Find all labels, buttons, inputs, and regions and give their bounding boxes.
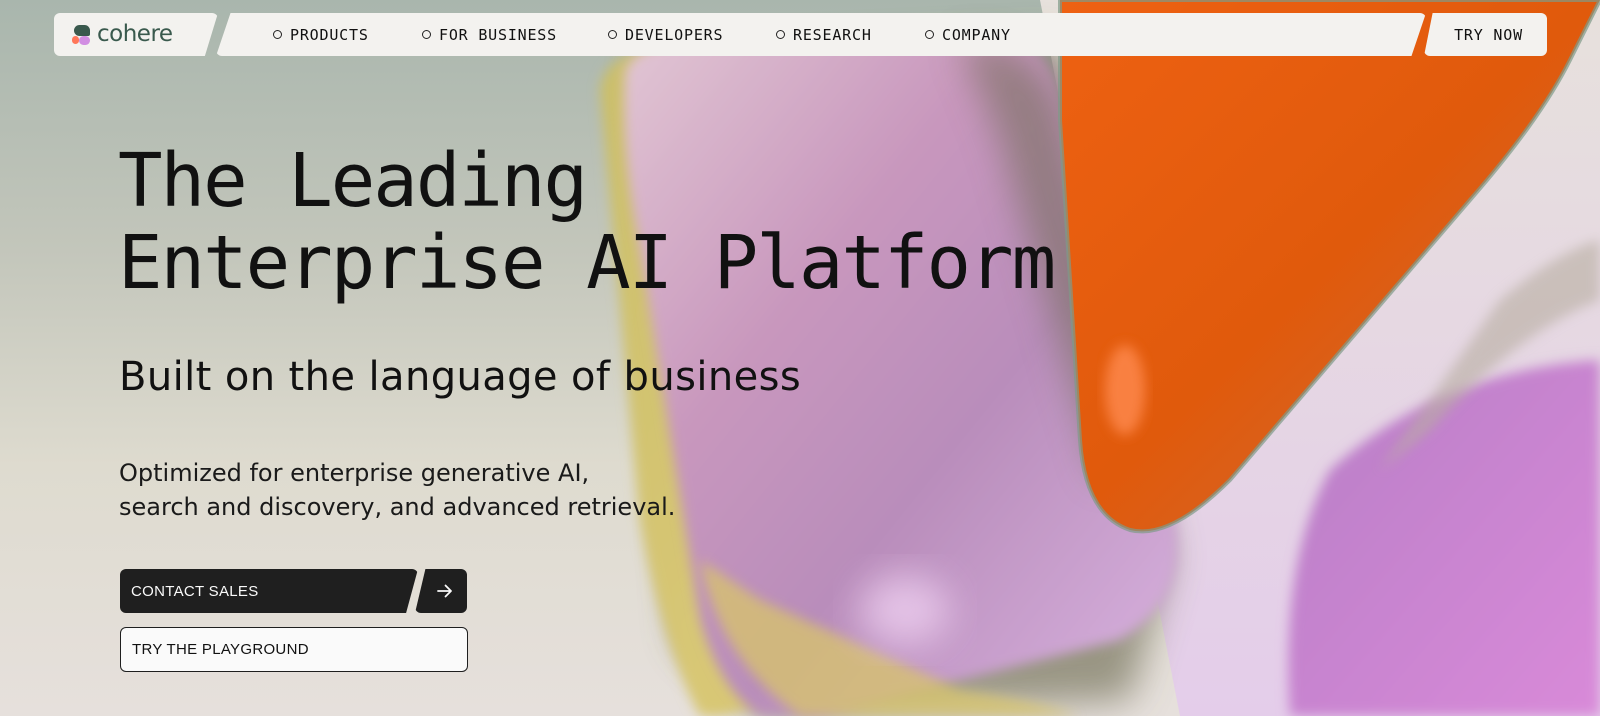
nav-item-developers[interactable]: DEVELOPERS <box>608 13 723 56</box>
hero-description-line-1: Optimized for enterprise generative AI, <box>119 459 590 487</box>
hero-title-line-2: Enterprise AI Platform <box>118 220 1056 306</box>
main-navigation: PRODUCTS FOR BUSINESS DEVELOPERS RESEARC… <box>216 13 1426 56</box>
nav-item-products[interactable]: PRODUCTS <box>273 13 369 56</box>
cohere-logo-icon <box>72 24 92 45</box>
circle-outline-icon <box>925 30 934 39</box>
try-now-label: TRY NOW <box>1454 25 1523 44</box>
nav-item-label: COMPANY <box>942 25 1011 44</box>
contact-sales-label: CONTACT SALES <box>131 582 259 600</box>
circle-outline-icon <box>273 30 282 39</box>
nav-item-label: RESEARCH <box>793 25 872 44</box>
circle-outline-icon <box>608 30 617 39</box>
logo-wordmark: cohere <box>97 21 173 47</box>
contact-sales-button[interactable]: CONTACT SALES <box>120 569 418 613</box>
nav-item-research[interactable]: RESEARCH <box>776 13 872 56</box>
logo-home-link[interactable]: cohere <box>54 13 218 56</box>
try-the-playground-button[interactable]: TRY THE PLAYGROUND <box>120 627 468 672</box>
hero-title-line-1: The Leading <box>118 138 588 224</box>
try-the-playground-label: TRY THE PLAYGROUND <box>132 641 309 658</box>
hero-title: The Leading Enterprise AI Platform <box>118 138 1056 306</box>
hero-description: Optimized for enterprise generative AI, … <box>119 456 675 524</box>
hero-description-line-2: search and discovery, and advanced retri… <box>119 493 676 521</box>
circle-outline-icon <box>422 30 431 39</box>
circle-outline-icon <box>776 30 785 39</box>
nav-item-label: DEVELOPERS <box>625 25 724 44</box>
nav-item-company[interactable]: COMPANY <box>925 13 1011 56</box>
nav-item-label: PRODUCTS <box>290 25 369 44</box>
nav-item-for-business[interactable]: FOR BUSINESS <box>422 13 557 56</box>
try-now-button[interactable]: TRY NOW <box>1424 13 1547 56</box>
arrow-right-icon <box>437 584 452 598</box>
hero-subtitle: Built on the language of business <box>119 354 802 400</box>
nav-item-label: FOR BUSINESS <box>439 25 557 44</box>
